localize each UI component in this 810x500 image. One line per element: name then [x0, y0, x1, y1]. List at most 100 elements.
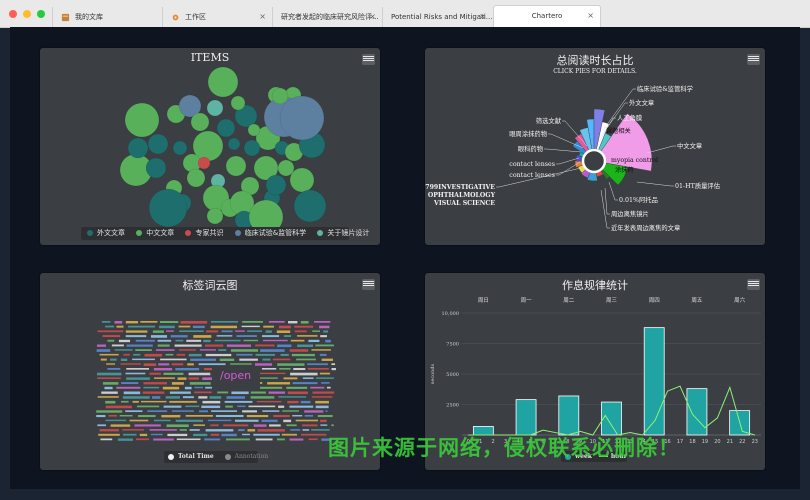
- hour-tick-label: 22: [739, 439, 745, 445]
- cloud-word: [97, 424, 106, 427]
- item-bubble: [225, 155, 247, 177]
- cloud-word: [204, 438, 221, 441]
- cloud-word: [315, 377, 334, 379]
- cloud-word: [320, 424, 328, 426]
- items-panel: ITEMS 外文文章 中文文章 专家共识 临床试验&监管科学 关于镜片设计: [40, 48, 380, 245]
- cloud-word: [304, 410, 324, 413]
- cloud-word: [159, 325, 175, 329]
- cloud-word: [134, 424, 161, 427]
- cloud-word: [218, 349, 227, 351]
- cloud-word: [241, 325, 260, 328]
- cloud-word: [176, 353, 186, 356]
- pie-chart[interactable]: 临床试验&监管科学外文文章人工角膜中文文章 01-HT质量评估 0.01%阿托品周边…: [425, 48, 765, 245]
- close-icon[interactable]: ×: [587, 6, 594, 26]
- cloud-word: [175, 419, 204, 422]
- cloud-word: [133, 353, 141, 356]
- cloud-word: [315, 405, 329, 409]
- cloud-word: [192, 325, 205, 329]
- legend-item[interactable]: 外文文章: [87, 229, 125, 237]
- cloud-word: [311, 396, 333, 398]
- cloud-word: [221, 330, 233, 333]
- cloud-word: [158, 363, 170, 366]
- cloud-word: [201, 405, 221, 409]
- cloud-word: [160, 358, 187, 361]
- close-icon[interactable]: ×: [369, 7, 376, 27]
- cloud-word: [210, 433, 220, 436]
- cloud-word: [311, 429, 330, 431]
- cloud-word: [325, 410, 328, 412]
- cloud-word: [175, 368, 200, 371]
- cloud-word: [325, 339, 331, 343]
- close-window-button[interactable]: [9, 10, 17, 18]
- legend-item[interactable]: 临床试验&监管科学: [234, 229, 306, 237]
- cloud-word: [226, 396, 246, 399]
- week-bar: [515, 399, 537, 436]
- cloud-word: [161, 415, 181, 418]
- cloud-word: [320, 419, 327, 423]
- maximize-window-button[interactable]: [37, 10, 45, 18]
- item-bubble: [227, 137, 241, 151]
- leader-line: [544, 148, 582, 153]
- week-bar: [643, 327, 665, 436]
- cloud-word: [289, 438, 304, 441]
- cloud-word: [153, 419, 171, 422]
- cloud-word: [230, 349, 259, 352]
- legend-item[interactable]: Total Time: [168, 453, 214, 460]
- cloud-word: [116, 386, 141, 389]
- cloud-word: [187, 363, 194, 366]
- cloud-word: [177, 377, 187, 380]
- cloud-word: [111, 344, 124, 347]
- cloud-word: [126, 368, 150, 370]
- cloud-word: [283, 419, 292, 423]
- close-icon[interactable]: ×: [479, 7, 486, 27]
- legend-item[interactable]: Annotation: [224, 453, 268, 460]
- cloud-word: [128, 325, 156, 328]
- cloud-word: [185, 405, 200, 408]
- cloud-word: [250, 391, 266, 394]
- pie-label: 临床试验&监管科学: [637, 84, 693, 93]
- legend-item[interactable]: 关于镜片设计: [317, 229, 369, 237]
- tab-library[interactable]: 我的文库: [52, 7, 162, 27]
- legend-item[interactable]: 中文文章: [136, 229, 174, 237]
- cloud-word: [210, 325, 238, 329]
- cloud-word: [171, 382, 184, 385]
- cloud-word: [331, 368, 336, 371]
- cloud-word: [105, 400, 116, 404]
- cloud-word: [255, 344, 275, 347]
- cloud-word: [104, 386, 113, 390]
- cloud-word: [205, 330, 219, 333]
- cloud-word: [287, 400, 299, 404]
- cloud-word: [110, 424, 131, 427]
- cloud-word: [189, 382, 211, 385]
- cloud-word: [170, 335, 188, 338]
- legend-item[interactable]: 专家共识: [185, 229, 223, 237]
- cloud-word: [126, 344, 153, 347]
- cloud-word: [219, 358, 235, 362]
- tab-workspace[interactable]: 工作区 ×: [162, 7, 272, 27]
- cloud-word: [171, 363, 184, 366]
- cloud-word: [253, 424, 267, 427]
- close-icon[interactable]: ×: [259, 7, 266, 27]
- cloud-word: [320, 335, 327, 338]
- minimize-window-button[interactable]: [23, 10, 31, 18]
- tab-potential-risks[interactable]: Potential Risks and Mitigati... ×: [382, 7, 492, 27]
- cloud-word: [107, 368, 121, 370]
- tab-chartero[interactable]: Chartero ×: [493, 5, 601, 27]
- cloud-word: [108, 415, 117, 417]
- cloud-word: [98, 433, 120, 436]
- cloud-word: [169, 400, 197, 403]
- cloud-word: [125, 410, 143, 413]
- cloud-word: [261, 419, 278, 422]
- tab-risk-assessment[interactable]: 研究者发起的临床研究风险评... ×: [272, 7, 382, 27]
- cloud-word: [278, 405, 285, 408]
- pie-label: 外文文章: [629, 98, 654, 107]
- cloud-word: [179, 349, 196, 351]
- pie-label: 4.799INVESTIGATIVE: [425, 184, 495, 191]
- pie-center: [581, 148, 607, 174]
- cloud-word: [289, 349, 309, 352]
- cloud-word: [121, 400, 129, 403]
- cloud-word: [294, 325, 314, 328]
- cloud-word: [287, 391, 308, 395]
- cloud-word: [99, 353, 119, 356]
- cloud-word: [276, 330, 291, 334]
